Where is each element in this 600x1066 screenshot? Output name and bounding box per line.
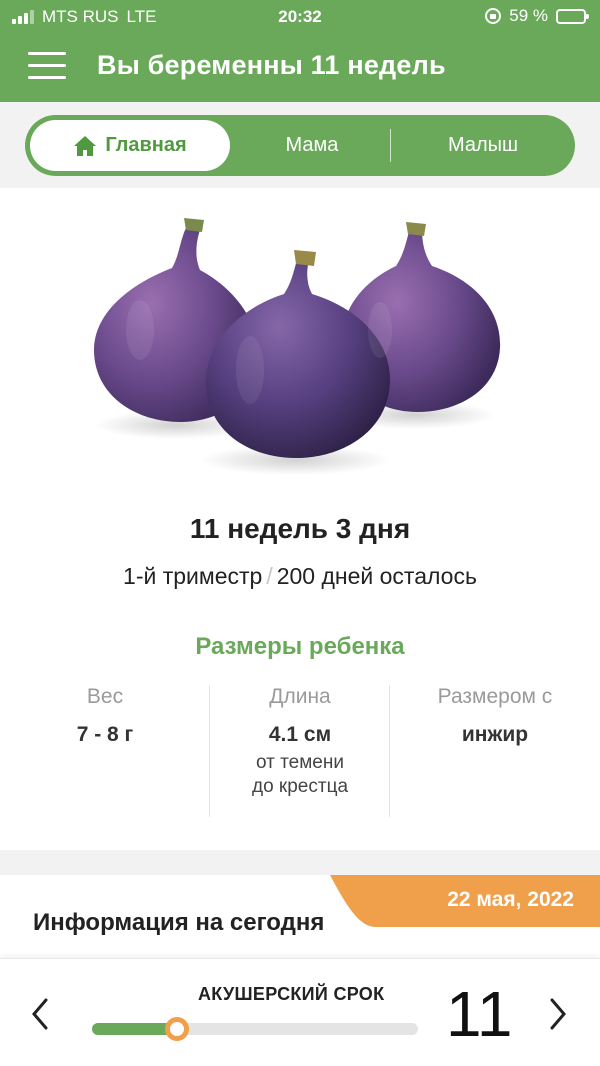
tab-home-label: Главная — [105, 134, 187, 156]
tab-mama[interactable]: Мама — [237, 115, 387, 176]
stat-length: Длина 4.1 см от темени до крестца — [210, 685, 390, 799]
stat-size-compare: Размером с инжир — [405, 685, 585, 747]
term-slider-handle[interactable] — [165, 1017, 189, 1041]
hamburger-menu-icon[interactable] — [28, 52, 68, 82]
days-left-label: 200 дней осталось — [276, 563, 477, 589]
app-header: MTS RUS LTE 20:32 59 % Вы беременны 11 н… — [0, 0, 600, 102]
summary-separator: / — [266, 563, 273, 589]
tab-baby[interactable]: Малыш — [391, 115, 575, 176]
trimester-label: 1-й триместр — [123, 563, 263, 589]
stat-size-compare-label: Размером с — [437, 685, 553, 708]
chevron-right-icon[interactable] — [546, 997, 570, 1031]
battery-percent: 59 % — [509, 6, 548, 25]
stat-length-label: Длина — [269, 685, 331, 708]
status-bar: MTS RUS LTE 20:32 59 % — [0, 0, 600, 34]
home-icon — [74, 135, 97, 156]
baby-sizes-title: Размеры ребенка — [195, 633, 405, 660]
stat-length-value: 4.1 см — [268, 723, 332, 746]
tab-bar: Главная Мама Малыш — [25, 115, 575, 176]
chevron-left-icon[interactable] — [28, 997, 52, 1031]
tab-mama-label: Мама — [285, 134, 339, 156]
term-slider[interactable] — [92, 1017, 418, 1041]
tab-baby-label: Малыш — [447, 134, 519, 156]
baby-sizes-grid: Вес 7 - 8 г Длина 4.1 см от темени до кр… — [0, 685, 600, 817]
stat-size-compare-value: инжир — [461, 723, 529, 746]
current-week-number: 11 — [446, 978, 513, 1050]
pregnancy-summary: 1-й триместр/200 дней осталось — [0, 563, 600, 590]
obstetric-term-label: АКУШЕРСКИЙ СРОК — [198, 984, 385, 1004]
status-right: 59 % — [485, 6, 589, 26]
stat-divider — [389, 685, 390, 817]
stat-length-note-2: до крестца — [251, 776, 349, 797]
orientation-lock-icon — [485, 8, 502, 24]
week-title: 11 недель 3 дня — [189, 513, 411, 544]
stat-weight-value: 7 - 8 г — [76, 723, 134, 746]
stat-weight-label: Вес — [86, 685, 124, 708]
week-card: 11 недель 3 дня 1-й триместр/200 дней ос… — [0, 188, 600, 850]
tabs-section: Главная Мама Малыш — [0, 102, 600, 188]
date-badge: 22 мая, 2022 — [330, 875, 600, 927]
stat-length-note-1: от темени — [256, 752, 344, 773]
page-title: Вы беременны 11 недель — [97, 50, 446, 80]
battery-icon — [556, 8, 589, 24]
today-info-title: Информация на сегодня — [33, 909, 325, 936]
figs-illustration — [94, 218, 501, 475]
stat-weight: Вес 7 - 8 г — [15, 685, 195, 747]
today-date: 22 мая, 2022 — [447, 888, 574, 911]
term-selector-bar: АКУШЕРСКИЙ СРОК 11 — [0, 958, 600, 1066]
tab-home[interactable]: Главная — [30, 120, 230, 171]
